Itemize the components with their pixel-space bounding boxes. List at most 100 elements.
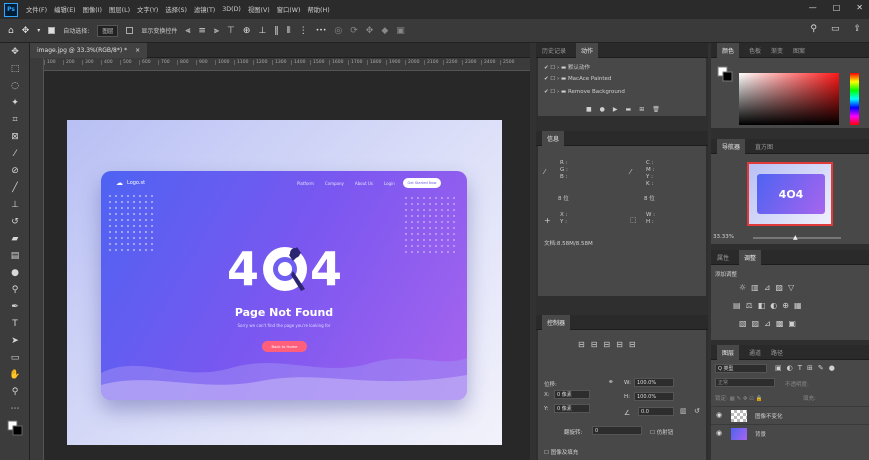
tab-swatches[interactable]: 色板 (749, 46, 761, 55)
distribute-spacing-icon[interactable]: ⋮ (299, 26, 308, 36)
tab-gradients[interactable]: 渐变 (771, 46, 783, 55)
tab-layers[interactable]: 图层 (717, 344, 740, 360)
w-field[interactable]: 100.0% (634, 378, 674, 387)
eye-icon[interactable]: ◉ (716, 411, 722, 419)
auto-select-dropdown[interactable]: 图层 (97, 24, 119, 37)
align-middle-icon[interactable]: ⊕ (243, 26, 251, 36)
hand-tool-icon[interactable]: ✋ (0, 366, 30, 383)
action-row[interactable]: ✔ ☐ › ▬ 默认动作 (544, 63, 590, 71)
chevron-down-icon[interactable]: ▾ (37, 27, 40, 34)
tab-histogram[interactable]: 直方图 (755, 142, 773, 151)
shape-tool-icon[interactable]: ▭ (0, 349, 30, 366)
minimize-button[interactable]: — (809, 3, 817, 12)
document-tab[interactable]: image.jpg @ 33.3%(RGB/8*) * × (30, 43, 148, 58)
lasso-tool-icon[interactable]: ◌ (0, 77, 30, 94)
layer-row[interactable]: ◉ 图像不变化 (711, 406, 869, 424)
tab-color[interactable]: 颜色 (717, 42, 740, 58)
magic-wand-tool-icon[interactable]: ✦ (0, 94, 30, 111)
pen-tool-icon[interactable]: ✒ (0, 298, 30, 315)
h-field[interactable]: 100.0% (634, 392, 674, 401)
align-left-icon[interactable]: ⫷ (185, 26, 190, 36)
zoom-slider-thumb[interactable]: ▲ (793, 234, 798, 241)
3d-scale-icon[interactable]: ▣ (396, 26, 405, 36)
menu-edit[interactable]: 编辑(E) (54, 5, 76, 14)
angle-field[interactable]: 0.0 (638, 407, 674, 416)
action-row[interactable]: ✔ ☐ › ▬ MacAce Painted (544, 76, 611, 82)
action-controls[interactable]: ■●▶▬⊞🗑 (586, 106, 668, 113)
eraser-tool-icon[interactable]: ▰ (0, 230, 30, 247)
tab-actions[interactable]: 动作 (576, 42, 599, 58)
distribute-h-icon[interactable]: ‖ (274, 26, 279, 36)
adjustment-icons-row1[interactable]: ☼▥⊿▨▽ (739, 283, 799, 292)
action-row[interactable]: ✔ ☐ › ▬ Remove Background (544, 89, 625, 95)
tab-info[interactable]: 信息 (542, 130, 565, 146)
close-button[interactable]: ✕ (856, 3, 863, 12)
color-field[interactable] (739, 73, 839, 125)
dodge-tool-icon[interactable]: ⚲ (0, 281, 30, 298)
blur-tool-icon[interactable]: ● (0, 264, 30, 281)
tab-adjustments[interactable]: 调整 (739, 249, 762, 265)
align-bottom-icon[interactable]: ⊥ (258, 26, 266, 36)
rotate-field[interactable]: 0 (592, 426, 642, 435)
distribute-v-icon[interactable]: ⦀ (287, 26, 291, 36)
layer-filter-icons[interactable]: ▣◐T⊞✎● (775, 364, 840, 372)
menu-type[interactable]: 文字(Y) (137, 5, 158, 14)
share-icon[interactable]: ⇪ (853, 24, 861, 34)
menu-file[interactable]: 文件(F) (26, 5, 47, 14)
move-tool-icon[interactable]: ✥ (22, 26, 30, 36)
tab-paths[interactable]: 路径 (771, 348, 783, 357)
tab-channels[interactable]: 通道 (749, 348, 761, 357)
type-tool-icon[interactable]: T (0, 315, 30, 332)
tab-navigator[interactable]: 导航器 (717, 138, 746, 154)
3d-pan-icon[interactable]: ✥ (366, 26, 374, 36)
menu-help[interactable]: 帮助(H) (307, 5, 329, 14)
align-center-icon[interactable]: ≡ (198, 26, 206, 36)
gradient-tool-icon[interactable]: ▤ (0, 247, 30, 264)
menu-image[interactable]: 图像(I) (83, 5, 102, 14)
layer-row[interactable]: ◉ 背景 (711, 424, 869, 442)
y-field[interactable]: 0 像素 (554, 404, 590, 413)
search-icon[interactable]: ⚲ (810, 24, 817, 34)
x-field[interactable]: 0 像素 (554, 390, 590, 399)
tab-properties[interactable]: 属性 (717, 253, 729, 262)
stamp-tool-icon[interactable]: ⊥ (0, 196, 30, 213)
menu-view[interactable]: 视图(V) (248, 5, 270, 14)
anchor-checkbox-label[interactable]: ☐ 仿射钮 (650, 428, 673, 436)
more-tools-icon[interactable]: ⋯ (0, 400, 30, 417)
maximize-button[interactable]: □ (833, 3, 841, 12)
brush-tool-icon[interactable]: ╱ (0, 179, 30, 196)
reset-icon[interactable]: ↺ (694, 407, 700, 415)
eye-icon[interactable]: ◉ (716, 429, 722, 437)
close-tab-icon[interactable]: × (135, 47, 140, 54)
marquee-tool-icon[interactable]: ⬚ (0, 60, 30, 77)
move-tool-icon[interactable]: ✥ (0, 43, 30, 60)
more-options-icon[interactable]: ••• (316, 27, 327, 34)
tab-history[interactable]: 历史记录 (542, 46, 566, 55)
home-icon[interactable]: ⌂ (8, 26, 14, 36)
3d-mode-icon[interactable]: ◎ (334, 26, 342, 36)
navigator-preview[interactable]: 4O4 (747, 162, 833, 226)
blend-mode-select[interactable]: 正常 (715, 378, 775, 387)
color-swatches-icon[interactable] (0, 417, 30, 439)
auto-select-checkbox[interactable] (48, 27, 56, 34)
adjustment-icons-row3[interactable]: ▧▨⊿▩▣ (739, 319, 801, 328)
menu-filter[interactable]: 滤镜(T) (194, 5, 215, 14)
link-icon[interactable]: ⚭ (608, 378, 614, 386)
menu-select[interactable]: 选择(S) (165, 5, 187, 14)
workspace-icon[interactable]: ▭ (831, 24, 840, 34)
show-transform-checkbox[interactable] (126, 27, 134, 34)
bottom-option[interactable]: ☐ 图像及填充 (544, 448, 578, 456)
zoom-tool-icon[interactable]: ⚲ (0, 383, 30, 400)
anchor-icons[interactable]: ⊟⊟⊟⊟⊟ (578, 340, 642, 349)
frame-tool-icon[interactable]: ⊠ (0, 128, 30, 145)
path-select-tool-icon[interactable]: ➤ (0, 332, 30, 349)
healing-tool-icon[interactable]: ⊘ (0, 162, 30, 179)
menu-layer[interactable]: 图层(L) (109, 5, 130, 14)
eyedropper-tool-icon[interactable]: ⁄ (0, 145, 30, 162)
menu-3d[interactable]: 3D(D) (222, 6, 241, 13)
crop-tool-icon[interactable]: ⌗ (0, 111, 30, 128)
3d-rotate-icon[interactable]: ⟳ (350, 26, 358, 36)
hue-slider[interactable] (850, 73, 859, 125)
tab-patterns[interactable]: 图案 (793, 46, 805, 55)
grid-icon[interactable]: ▥ (680, 407, 687, 415)
